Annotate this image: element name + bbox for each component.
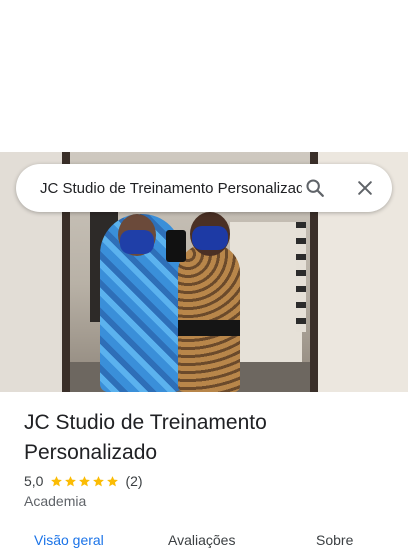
close-button[interactable] xyxy=(350,173,380,203)
top-blank-area xyxy=(0,0,408,152)
review-count[interactable]: (2) xyxy=(125,473,142,489)
rating-stars xyxy=(50,475,120,488)
rating-value: 5,0 xyxy=(24,473,44,489)
tab-reviews[interactable]: Avaliações xyxy=(168,532,235,548)
photo-mask-left xyxy=(120,230,154,254)
search-box[interactable] xyxy=(16,164,392,212)
tab-overview[interactable]: Visão geral xyxy=(34,532,104,548)
star-icon xyxy=(65,475,77,486)
star-icon xyxy=(107,475,119,486)
photo-mask-right xyxy=(192,226,228,250)
star-icon xyxy=(79,475,91,486)
photo-rack xyxy=(296,222,306,332)
search-input[interactable] xyxy=(40,164,302,212)
place-tabs: Visão geral Avaliações Sobre xyxy=(0,528,408,558)
place-category[interactable]: Academia xyxy=(24,493,86,509)
photo-person-right xyxy=(178,244,240,392)
search-button[interactable] xyxy=(300,173,330,203)
photo-waistband xyxy=(178,320,240,336)
star-icon xyxy=(93,475,105,486)
star-icon xyxy=(51,475,63,486)
tab-about[interactable]: Sobre xyxy=(316,532,353,548)
rating-row[interactable]: 5,0 (2) xyxy=(24,472,143,490)
close-icon xyxy=(358,181,372,195)
search-icon xyxy=(306,179,324,197)
photo-phone xyxy=(166,230,186,262)
place-title: JC Studio de Treinamento Personalizado xyxy=(24,411,267,464)
